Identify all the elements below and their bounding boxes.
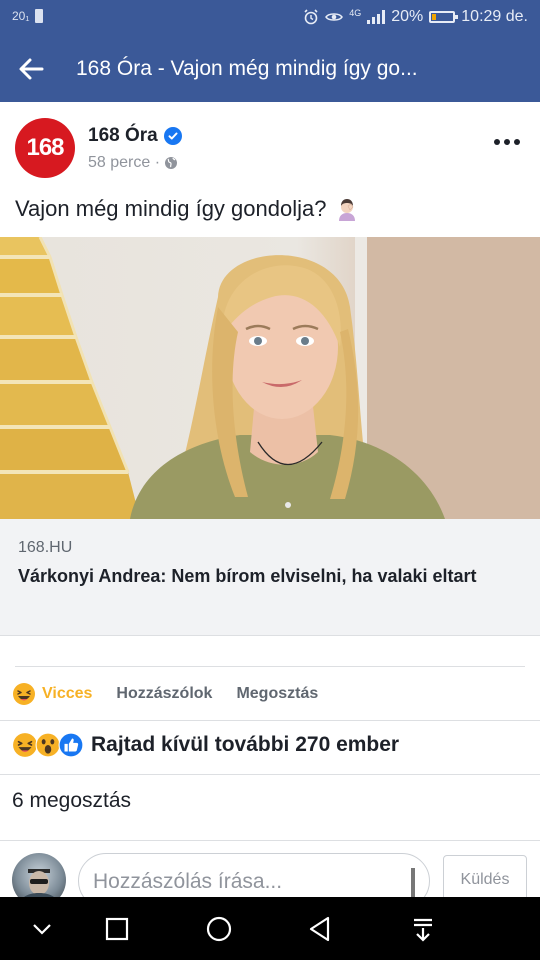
divider bbox=[0, 840, 540, 841]
nav-home-icon[interactable] bbox=[204, 914, 234, 944]
clock: 10:29 de. bbox=[461, 8, 528, 25]
page-name[interactable]: 168 Óra bbox=[88, 125, 158, 147]
photo-illustration bbox=[0, 237, 540, 519]
comment-input-placeholder: Hozzászólás írása... bbox=[93, 870, 283, 893]
battery-percent: 20% bbox=[391, 8, 424, 25]
more-icon[interactable] bbox=[494, 139, 520, 145]
comment-button[interactable]: Hozzászólok bbox=[116, 685, 212, 703]
haha-reaction-icon bbox=[13, 683, 35, 705]
reaction-icons bbox=[12, 732, 84, 758]
battery-icon bbox=[429, 11, 459, 23]
link-title[interactable]: Várkonyi Andrea: Nem bírom elviselni, ha… bbox=[18, 564, 508, 589]
comment-button-label: Hozzászólok bbox=[116, 685, 213, 702]
comment-composer: Hozzászólás írása... Küldés bbox=[0, 845, 540, 897]
app-bar: 168 Óra - Vajon még mindig így go... bbox=[0, 36, 540, 102]
reactions-summary[interactable]: Rajtad kívül további 270 ember bbox=[12, 732, 399, 758]
alarm-icon bbox=[304, 9, 318, 25]
share-button-label: Megosztás bbox=[236, 685, 319, 702]
status-bar: 20₁ 4G 20% 10:29 de. bbox=[0, 0, 540, 36]
divider bbox=[15, 666, 525, 667]
nav-back-icon[interactable] bbox=[306, 914, 336, 944]
page-avatar[interactable]: 168 bbox=[15, 118, 75, 178]
like-reaction-icon bbox=[58, 732, 84, 758]
send-button[interactable]: Küldés bbox=[443, 855, 527, 897]
share-button[interactable]: Megosztás bbox=[236, 685, 318, 703]
status-left-text: 20₁ bbox=[12, 9, 30, 23]
sim-icon bbox=[35, 9, 44, 23]
signal-icon bbox=[367, 10, 386, 24]
post-actions: Vicces Hozzászólok Megosztás bbox=[12, 680, 342, 708]
app-bar-title: 168 Óra - Vajon még mindig így go... bbox=[76, 57, 418, 80]
react-button-label: Vicces bbox=[42, 685, 93, 702]
reactions-summary-text: Rajtad kívül további 270 ember bbox=[91, 733, 400, 756]
eye-icon bbox=[325, 13, 344, 21]
text-cursor bbox=[411, 868, 415, 897]
page-name-row[interactable]: 168 Óra bbox=[88, 125, 182, 147]
globe-icon bbox=[165, 157, 178, 169]
link-preview[interactable]: 168.HU Várkonyi Andrea: Nem bírom elvise… bbox=[0, 519, 540, 636]
post-header: 168 168 Óra 58 perce · bbox=[0, 102, 540, 192]
user-avatar bbox=[12, 853, 66, 897]
nav-notification-icon[interactable] bbox=[408, 914, 438, 944]
stairs bbox=[0, 237, 140, 519]
status-left: 20₁ bbox=[12, 9, 44, 23]
back-arrow-icon[interactable] bbox=[16, 54, 46, 84]
nav-chevron-down-icon[interactable] bbox=[27, 914, 57, 944]
post-time[interactable]: 58 perce · bbox=[88, 154, 160, 172]
verified-badge-icon bbox=[163, 127, 182, 145]
link-domain: 168.HU bbox=[18, 539, 73, 556]
comment-input[interactable]: Hozzászólás írása... bbox=[78, 853, 430, 897]
divider bbox=[0, 720, 540, 721]
facepalm-emoji-icon bbox=[339, 199, 356, 221]
post-caption-row: Vajon még mindig így gondolja? bbox=[15, 196, 360, 222]
post-photo[interactable] bbox=[0, 237, 540, 519]
status-right: 4G 20% 10:29 de. bbox=[303, 8, 528, 26]
nav-recents-icon[interactable] bbox=[102, 914, 132, 944]
divider bbox=[0, 774, 540, 775]
battery-fill bbox=[432, 14, 437, 20]
post-meta: 58 perce · bbox=[88, 154, 178, 172]
post-caption: Vajon még mindig így gondolja? bbox=[15, 196, 327, 221]
shares-count[interactable]: 6 megosztás bbox=[12, 789, 131, 813]
network-type: 4G bbox=[349, 8, 362, 18]
system-nav-bar bbox=[0, 897, 540, 960]
react-button[interactable]: Vicces bbox=[12, 682, 92, 706]
